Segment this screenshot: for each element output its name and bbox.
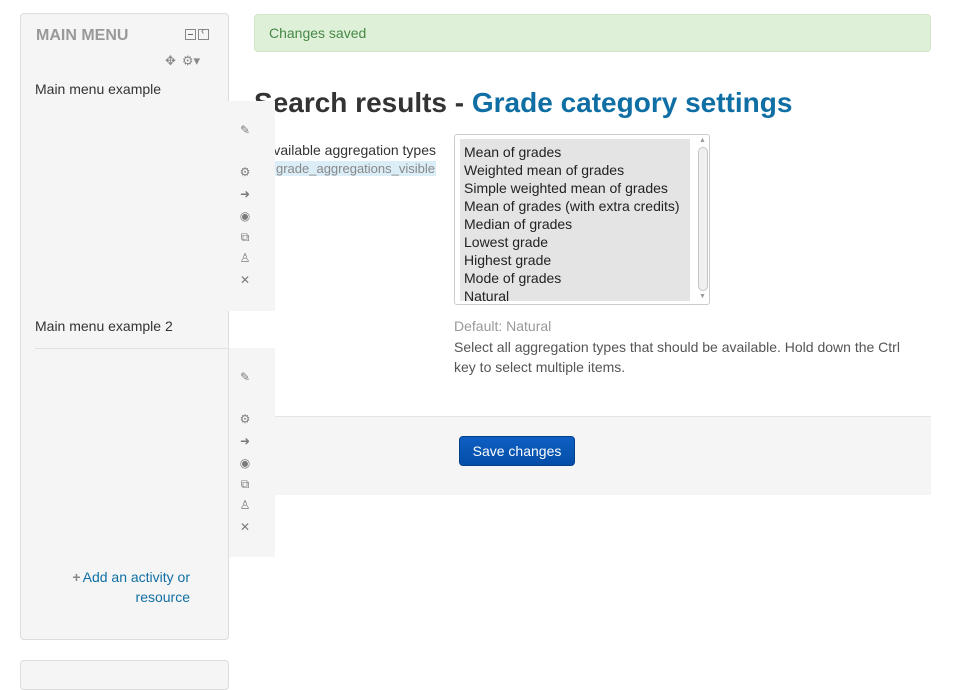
- block-controls: [185, 26, 215, 43]
- arrow-right-icon[interactable]: ➜: [238, 434, 252, 448]
- aggregation-option[interactable]: Simple weighted mean of grades: [460, 179, 690, 197]
- menu-item-edit-panel: ✎ ⚙ ➜ ◉ ⧉ ♙ ✕: [229, 348, 275, 557]
- form-actions: Save changes: [254, 416, 931, 495]
- eye-icon[interactable]: ◉: [238, 456, 252, 470]
- arrow-right-icon[interactable]: ➜: [238, 187, 252, 201]
- dock-block-icon[interactable]: [198, 26, 209, 40]
- add-activity-link[interactable]: + Add an activity or resource: [40, 567, 190, 607]
- pencil-tilted-icon[interactable]: ✎: [238, 370, 252, 384]
- move-icon[interactable]: ✥: [165, 53, 176, 68]
- save-changes-button[interactable]: Save changes: [459, 436, 575, 466]
- aggregation-option[interactable]: Mean of grades (with extra credits): [460, 197, 690, 215]
- scroll-down-icon[interactable]: ▼: [699, 293, 706, 301]
- block-actions: ✥ ⚙▾: [165, 54, 206, 68]
- aggregation-option[interactable]: Lowest grade: [460, 233, 690, 251]
- hide-block-icon[interactable]: [185, 29, 196, 40]
- scroll-up-icon[interactable]: ▲: [699, 137, 706, 145]
- setting-label: Available aggregation types: [264, 142, 436, 158]
- select-scrollbar[interactable]: ▲ ▼: [697, 135, 709, 304]
- menu-item-edit-panel: ✎ ⚙ ➜ ◉ ⧉ ♙ ✕: [229, 101, 275, 311]
- aggregation-option[interactable]: Median of grades: [460, 215, 690, 233]
- aggregation-option[interactable]: Mode of grades: [460, 269, 690, 287]
- duplicate-icon[interactable]: ⧉: [238, 230, 252, 244]
- close-icon[interactable]: ✕: [238, 520, 252, 534]
- changes-saved-alert: Changes saved: [254, 14, 931, 52]
- page-title: Search results - Grade category settings: [254, 86, 792, 120]
- next-block: [20, 660, 229, 690]
- menu-item-title[interactable]: Main menu example 2: [35, 316, 173, 336]
- pencil-tilted-icon[interactable]: ✎: [238, 123, 252, 137]
- user-plus-icon[interactable]: ♙: [238, 498, 252, 512]
- aggregation-option[interactable]: Weighted mean of grades: [460, 161, 690, 179]
- block-gear-menu-icon[interactable]: ⚙▾: [182, 53, 200, 68]
- gear-icon[interactable]: ⚙: [238, 412, 252, 426]
- close-icon[interactable]: ✕: [238, 273, 252, 287]
- block-title: MAIN MENU: [36, 27, 129, 44]
- setting-name: grade_aggregations_visible: [274, 161, 436, 176]
- setting-description: Select all aggregation types that should…: [454, 339, 900, 375]
- user-plus-icon[interactable]: ♙: [238, 251, 252, 265]
- menu-item-title[interactable]: Main menu example: [35, 79, 161, 99]
- aggregation-option[interactable]: Natural: [460, 287, 690, 305]
- grade-category-settings-link[interactable]: Grade category settings: [472, 87, 793, 118]
- plus-icon: +: [72, 569, 81, 585]
- gear-icon[interactable]: ⚙: [238, 165, 252, 179]
- aggregation-options-list: Mean of grades Weighted mean of grades Sim…: [460, 139, 690, 304]
- menu-item-divider: [35, 348, 229, 349]
- page-title-prefix: Search results -: [254, 87, 472, 118]
- scroll-thumb[interactable]: [698, 147, 708, 291]
- aggregation-option[interactable]: Mean of grades: [460, 143, 690, 161]
- aggregation-option[interactable]: Highest grade: [460, 251, 690, 269]
- eye-icon[interactable]: ◉: [238, 209, 252, 223]
- aggregation-types-select[interactable]: Mean of grades Weighted mean of grades Sim…: [454, 134, 710, 305]
- default-value: Default: Natural: [454, 318, 552, 334]
- duplicate-icon[interactable]: ⧉: [238, 477, 252, 491]
